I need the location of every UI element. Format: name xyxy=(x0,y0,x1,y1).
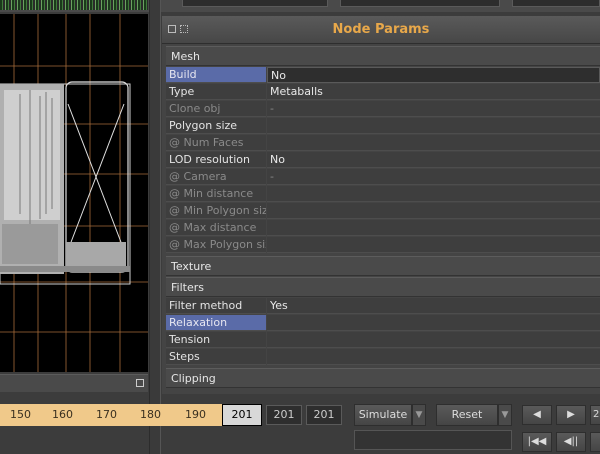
param-row-build[interactable]: Build No xyxy=(166,67,600,84)
param-row-relaxation[interactable]: Relaxation xyxy=(166,315,600,332)
param-row-polygon-size[interactable]: Polygon size xyxy=(166,118,600,135)
play-button[interactable]: ▶ xyxy=(556,405,586,425)
reset-options-chevron-icon[interactable]: ▼ xyxy=(498,404,512,426)
top-field-3[interactable] xyxy=(512,0,600,7)
panel-grid-icon[interactable] xyxy=(180,25,188,33)
3d-viewport[interactable] xyxy=(0,14,148,372)
param-label: @ Max Polygon size xyxy=(166,237,266,253)
previous-frame-button[interactable]: ◀ xyxy=(522,405,552,425)
viewport-render xyxy=(0,14,148,372)
param-label: @ Min distance xyxy=(166,186,266,202)
param-value[interactable] xyxy=(267,220,600,236)
param-value[interactable]: - xyxy=(267,101,600,117)
timeline-tick: 180 xyxy=(140,408,161,421)
simulate-options-chevron-icon[interactable]: ▼ xyxy=(412,404,426,426)
simulate-button[interactable]: Simulate xyxy=(354,404,412,426)
param-row-lod-resolution[interactable]: LOD resolution No xyxy=(166,152,600,169)
timeline-ruler[interactable]: 150 160 170 180 190 xyxy=(0,404,222,426)
param-row-clone-obj[interactable]: Clone obj - xyxy=(166,101,600,118)
timeline-tick: 150 xyxy=(10,408,31,421)
param-label: Filter method xyxy=(166,298,266,314)
reset-button[interactable]: Reset xyxy=(436,404,498,426)
param-label: @ Camera xyxy=(166,169,266,185)
panel-splitter[interactable] xyxy=(149,0,161,454)
section-filters[interactable]: Filters xyxy=(166,277,600,297)
param-value[interactable] xyxy=(267,315,600,331)
param-row-num-faces[interactable]: @ Num Faces xyxy=(166,135,600,152)
timeline-tick: 160 xyxy=(52,408,73,421)
top-field-2[interactable] xyxy=(340,0,500,7)
end-frame-field[interactable]: 201 xyxy=(306,405,342,425)
param-row-tension[interactable]: Tension xyxy=(166,332,600,349)
viewport-status-bar xyxy=(0,374,148,392)
param-value[interactable] xyxy=(267,237,600,253)
maximize-icon[interactable] xyxy=(136,379,144,387)
param-value[interactable] xyxy=(267,203,600,219)
param-row-filter-method[interactable]: Filter method Yes xyxy=(166,298,600,315)
current-frame-field[interactable]: 201 xyxy=(222,404,262,426)
param-label: Type xyxy=(166,84,266,100)
panel-menu-icon[interactable] xyxy=(168,25,176,33)
param-row-max-polygon-size[interactable]: @ Max Polygon size xyxy=(166,237,600,254)
param-row-min-distance[interactable]: @ Min distance xyxy=(166,186,600,203)
section-mesh[interactable]: Mesh xyxy=(166,46,600,66)
param-label: @ Max distance xyxy=(166,220,266,236)
param-label: Polygon size xyxy=(166,118,266,134)
top-dropdown-field[interactable] xyxy=(182,0,328,7)
simulation-status-field xyxy=(354,430,512,450)
section-clipping[interactable]: Clipping xyxy=(166,368,600,388)
start-frame-field[interactable]: 201 xyxy=(266,405,302,425)
param-label: @ Min Polygon size xyxy=(166,203,266,219)
step-back-button[interactable]: ◀|| xyxy=(556,432,586,452)
panel-header: Node Params xyxy=(162,16,600,44)
panel-title: Node Params xyxy=(332,22,430,37)
node-params-panel: Node Params Mesh Build No Type Metaballs… xyxy=(162,16,600,394)
param-value[interactable]: - xyxy=(267,169,600,185)
param-value[interactable]: Metaballs xyxy=(267,84,600,100)
transport-button-partial[interactable] xyxy=(590,432,600,452)
fps-field[interactable]: 2 xyxy=(590,405,600,425)
param-value[interactable] xyxy=(267,332,600,348)
param-value[interactable]: No xyxy=(267,67,600,83)
param-label: Build xyxy=(166,67,266,83)
param-label: LOD resolution xyxy=(166,152,266,168)
param-label: Steps xyxy=(166,349,266,365)
timeline-tick: 190 xyxy=(185,408,206,421)
param-row-min-polygon-size[interactable]: @ Min Polygon size xyxy=(166,203,600,220)
param-label: @ Num Faces xyxy=(166,135,266,151)
param-row-camera[interactable]: @ Camera - xyxy=(166,169,600,186)
param-row-max-distance[interactable]: @ Max distance xyxy=(166,220,600,237)
param-label: Tension xyxy=(166,332,266,348)
param-value[interactable] xyxy=(267,135,600,151)
param-row-type[interactable]: Type Metaballs xyxy=(166,84,600,101)
texture-preview-strip xyxy=(0,0,148,10)
param-value[interactable] xyxy=(267,118,600,134)
param-label: Relaxation xyxy=(166,315,266,331)
param-label: Clone obj xyxy=(166,101,266,117)
go-to-start-button[interactable]: |◀◀ xyxy=(522,432,552,452)
param-value[interactable] xyxy=(267,186,600,202)
param-value[interactable]: Yes xyxy=(267,298,600,314)
param-value[interactable] xyxy=(267,349,600,365)
section-texture[interactable]: Texture xyxy=(166,256,600,276)
param-row-steps[interactable]: Steps xyxy=(166,349,600,366)
param-value[interactable]: No xyxy=(267,152,600,168)
timeline-tick: 170 xyxy=(96,408,117,421)
